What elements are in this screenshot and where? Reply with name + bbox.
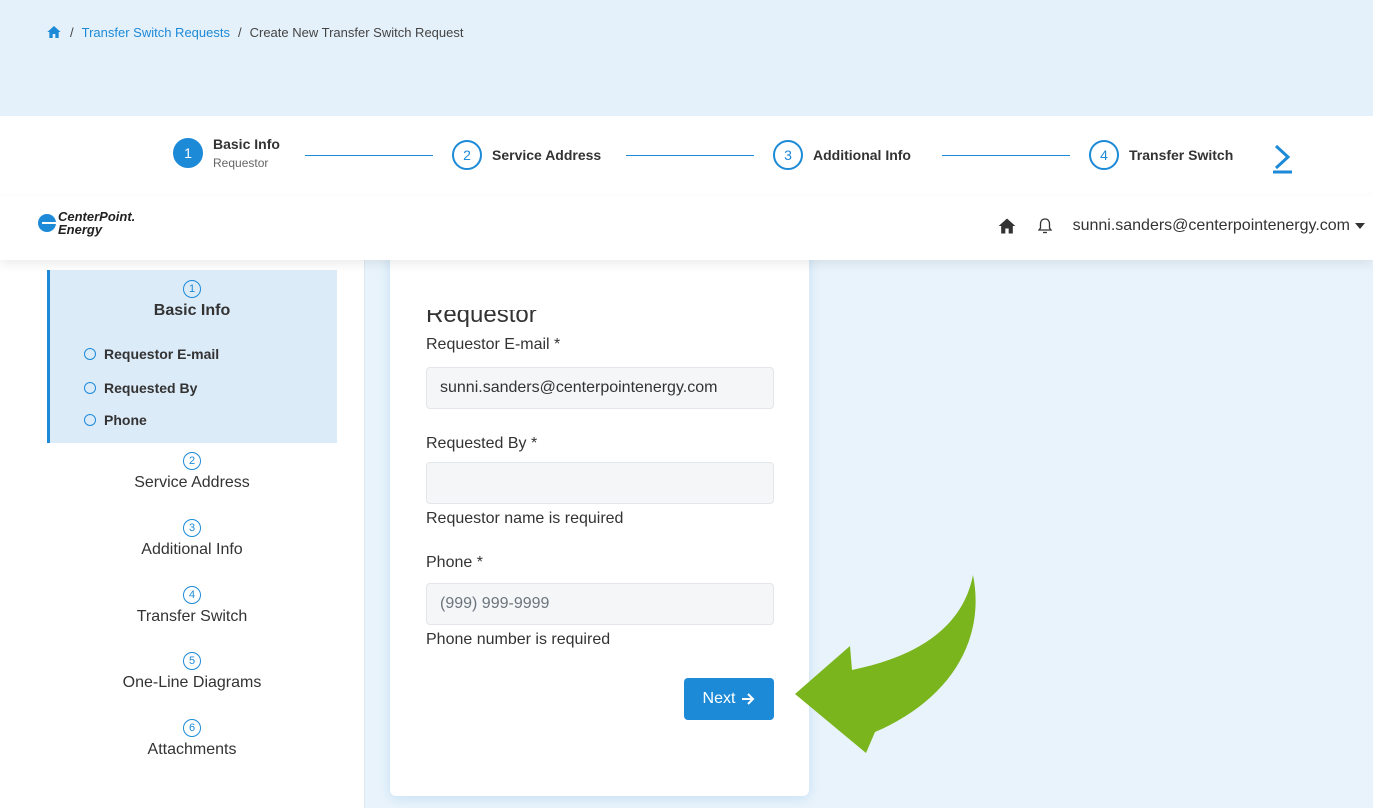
sidebar-step-label: Additional Info — [141, 541, 243, 558]
circle-icon — [84, 414, 96, 426]
sidebar-step-number: 5 — [183, 652, 201, 670]
step-number: 1 — [173, 138, 203, 168]
step-label: Additional Info — [813, 147, 911, 163]
header-band — [0, 0, 1373, 116]
stepper-step-basic-info[interactable]: 1 Basic Info Requestor — [173, 136, 280, 170]
stepper-step-service-address[interactable]: 2 Service Address — [452, 140, 601, 170]
bell-icon[interactable] — [1037, 217, 1053, 235]
breadcrumb-link-transfer-switch-requests[interactable]: Transfer Switch Requests — [82, 25, 230, 40]
chevron-right-icon[interactable] — [1268, 140, 1298, 174]
step-label: Transfer Switch — [1129, 147, 1234, 163]
sidebar-step-basic-info[interactable]: 1 Basic Info — [47, 280, 337, 320]
sidebar-step-service-address[interactable]: 2 Service Address — [47, 452, 337, 492]
home-icon[interactable] — [997, 216, 1017, 236]
progress-stepper: 1 Basic Info Requestor 2 Service Address… — [0, 116, 1373, 196]
sidebar-subitem-label: Requested By — [104, 380, 198, 396]
stepper-connector — [305, 155, 433, 156]
sidebar-step-number: 4 — [183, 586, 201, 604]
step-sublabel: Requestor — [213, 156, 269, 170]
step-number: 3 — [773, 140, 803, 170]
sidebar-step-one-line-diagrams[interactable]: 5 One-Line Diagrams — [47, 652, 337, 692]
user-email: sunni.sanders@centerpointenergy.com — [1072, 217, 1350, 234]
next-button-label: Next — [702, 690, 736, 707]
sidebar-step-label: Service Address — [134, 474, 250, 491]
sidebar-step-label: Transfer Switch — [136, 608, 248, 625]
phone-error: Phone number is required — [426, 631, 611, 648]
sidebar-subitem-label: Requestor E-mail — [104, 346, 220, 362]
sidebar-step-attachments[interactable]: 6 Attachments — [47, 719, 337, 759]
sidebar-step-transfer-switch[interactable]: 4 Transfer Switch — [47, 586, 337, 626]
next-button[interactable]: Next — [684, 678, 774, 720]
step-number: 4 — [1089, 140, 1119, 170]
sidebar-step-number: 3 — [183, 519, 201, 537]
breadcrumb-separator: / — [237, 24, 242, 40]
sidebar-subitem-label: Phone — [104, 412, 147, 428]
step-label: Service Address — [492, 147, 602, 163]
annotation-arrow-icon — [795, 575, 976, 753]
step-number: 2 — [452, 140, 482, 170]
circle-icon — [84, 382, 96, 394]
sidebar-subitem-phone[interactable]: Phone — [84, 412, 147, 428]
requestor-email-input[interactable] — [426, 367, 774, 409]
centerpoint-logo[interactable]: CenterPoint. Energy — [38, 210, 135, 236]
stepper-step-transfer-switch[interactable]: 4 Transfer Switch — [1089, 140, 1233, 170]
sidebar-step-number: 1 — [183, 280, 201, 298]
top-navbar: CenterPoint. Energy sunni.sanders@center… — [0, 196, 1373, 260]
form-card: Step 1: Basic Information & Requestor Re… — [390, 240, 809, 796]
stepper-step-additional-info[interactable]: 3 Additional Info — [773, 140, 911, 170]
sidebar-step-label: Basic Info — [153, 302, 231, 319]
stepper-connector — [626, 155, 754, 156]
requestor-email-label: Requestor E-mail * — [426, 336, 561, 353]
step-label: Basic Info — [213, 136, 280, 152]
breadcrumb-separator: / — [70, 24, 74, 40]
logo-mark-icon — [38, 214, 60, 232]
requested-by-error: Requestor name is required — [426, 510, 624, 527]
phone-input[interactable] — [426, 583, 774, 625]
title-overlap-mask — [426, 260, 756, 310]
sidebar-subitem-requested-by[interactable]: Requested By — [84, 380, 197, 396]
phone-label: Phone * — [426, 554, 483, 571]
breadcrumb-current: Create New Transfer Switch Request — [249, 24, 464, 40]
sidebar-subitem-requestor-email[interactable]: Requestor E-mail — [84, 346, 219, 362]
logo-text-line2: Energy — [58, 222, 103, 237]
sidebar: 1 Basic Info Requestor E-mail Requested … — [0, 260, 365, 808]
sidebar-step-number: 6 — [183, 719, 201, 737]
sidebar-step-additional-info[interactable]: 3 Additional Info — [47, 519, 337, 559]
stepper-connector — [942, 155, 1070, 156]
arrow-right-icon — [742, 693, 755, 705]
user-menu[interactable]: sunni.sanders@centerpointenergy.com — [1073, 217, 1365, 235]
sidebar-step-label: Attachments — [147, 741, 237, 758]
caret-down-icon — [1355, 223, 1365, 229]
circle-icon — [84, 348, 96, 360]
sidebar-step-number: 2 — [183, 452, 201, 470]
requested-by-input[interactable] — [426, 462, 774, 504]
sidebar-step-label: One-Line Diagrams — [122, 674, 262, 691]
home-icon[interactable] — [46, 24, 62, 40]
breadcrumb: / Transfer Switch Requests / Create New … — [46, 24, 463, 40]
requested-by-label: Requested By * — [426, 435, 538, 452]
